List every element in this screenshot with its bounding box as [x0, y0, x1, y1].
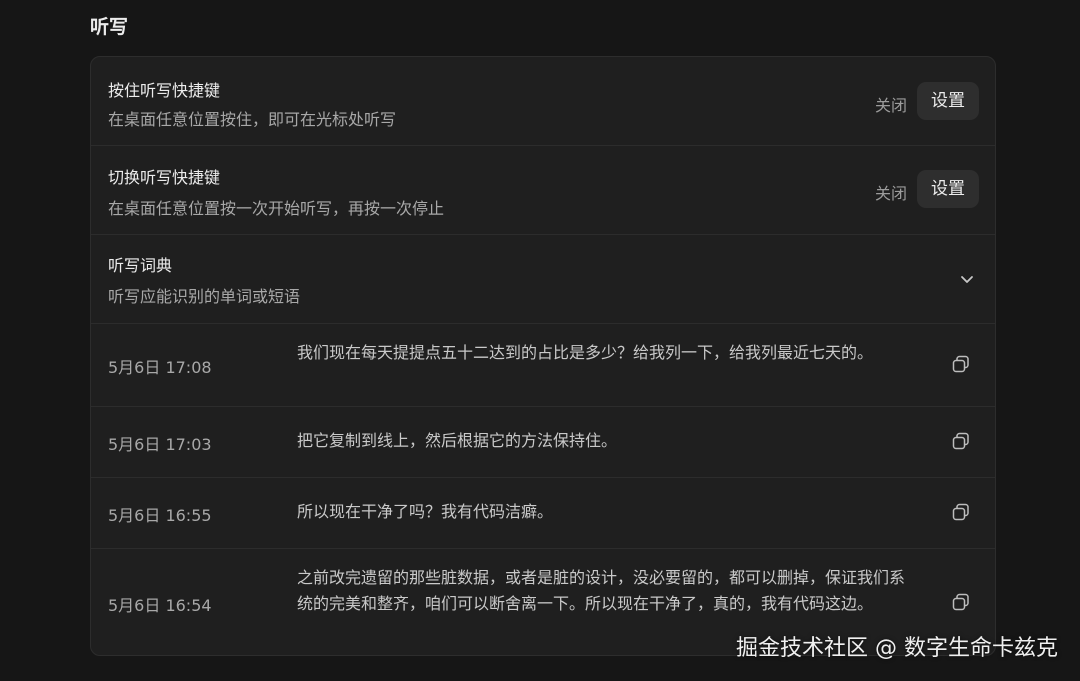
history-text: 之前改完遗留的那些脏数据，或者是脏的设计，没必要留的，都可以删掉，保证我们系统的…	[297, 568, 906, 613]
toggle-shortcut-title: 切换听写快捷键	[108, 168, 221, 187]
history-text: 所以现在干净了吗？我有代码洁癖。	[297, 502, 554, 521]
hold-shortcut-set-button[interactable]: 设置	[917, 82, 979, 120]
copy-icon[interactable]	[951, 354, 971, 374]
toggle-shortcut-desc: 在桌面任意位置按一次开始听写，再按一次停止	[108, 199, 445, 218]
hold-shortcut-status: 关闭	[874, 96, 907, 115]
dictionary-row[interactable]: 听写词典 听写应能识别的单词或短语	[91, 234, 995, 324]
hold-shortcut-title: 按住听写快捷键	[108, 81, 221, 100]
history-item: 5月6日 17:08 我们现在每天提提点五十二达到的占比是多少？给我列一下，给我…	[91, 323, 995, 407]
history-time: 5月6日 16:55	[108, 506, 212, 525]
history-time: 5月6日 16:54	[108, 596, 212, 615]
toggle-shortcut-row: 切换听写快捷键 在桌面任意位置按一次开始听写，再按一次停止 关闭 设置	[91, 145, 995, 235]
copy-icon[interactable]	[951, 431, 971, 451]
history-text: 我们现在每天提提点五十二达到的占比是多少？给我列一下，给我列最近七天的。	[297, 343, 874, 362]
copy-icon[interactable]	[951, 592, 971, 612]
copy-icon[interactable]	[951, 502, 971, 522]
hold-shortcut-desc: 在桌面任意位置按住，即可在光标处听写	[108, 110, 397, 129]
section-title: 听写	[90, 16, 129, 38]
history-time: 5月6日 17:08	[108, 358, 212, 377]
chevron-down-icon[interactable]	[959, 271, 975, 287]
dictionary-desc: 听写应能识别的单词或短语	[108, 287, 301, 306]
history-text: 把它复制到线上，然后根据它的方法保持住。	[297, 431, 618, 450]
history-item: 5月6日 17:03 把它复制到线上，然后根据它的方法保持住。	[91, 406, 995, 478]
dictation-panel: 按住听写快捷键 在桌面任意位置按住，即可在光标处听写 关闭 设置 切换听写快捷键…	[90, 56, 996, 656]
toggle-shortcut-set-button[interactable]: 设置	[917, 170, 979, 208]
dictionary-title: 听写词典	[108, 256, 173, 275]
hold-shortcut-row: 按住听写快捷键 在桌面任意位置按住，即可在光标处听写 关闭 设置	[91, 57, 995, 146]
toggle-shortcut-status: 关闭	[874, 184, 907, 203]
history-time: 5月6日 17:03	[108, 435, 212, 454]
history-item: 5月6日 16:55 所以现在干净了吗？我有代码洁癖。	[91, 477, 995, 549]
watermark: 掘金技术社区 @ 数字生命卡兹克	[736, 636, 1058, 661]
